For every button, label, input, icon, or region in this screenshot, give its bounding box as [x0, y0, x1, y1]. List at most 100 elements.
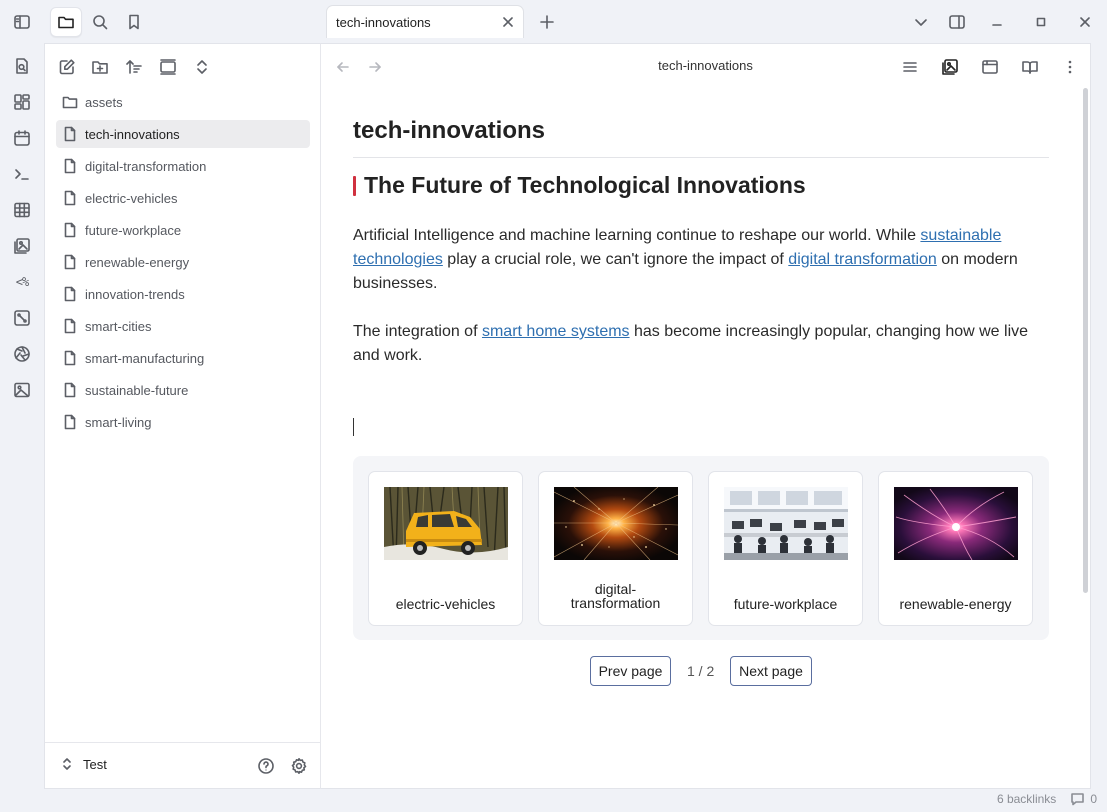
file-item-electric-vehicles[interactable]: electric-vehicles	[56, 184, 310, 212]
thumbnail-office-image	[724, 487, 848, 560]
gallery-caption: digital- transformation	[547, 582, 684, 610]
ribbon: <%	[0, 0, 44, 812]
file-item-smart-living[interactable]: smart-living	[56, 408, 310, 436]
table-icon[interactable]	[12, 200, 32, 220]
file-icon	[62, 318, 78, 334]
canvas-icon[interactable]	[12, 92, 32, 112]
file-item-digital-transformation[interactable]: digital-transformation	[56, 152, 310, 180]
file-explorer-tab-icon[interactable]	[50, 7, 82, 37]
file-tree-label: innovation-trends	[85, 286, 185, 302]
more-options-icon[interactable]	[1059, 56, 1081, 78]
gallery-pager: Prev page 1 / 2 Next page	[321, 656, 1081, 686]
settings-gear-icon[interactable]	[288, 755, 310, 777]
scrollbar[interactable]	[1083, 88, 1088, 593]
file-tree-label: smart-living	[85, 414, 152, 430]
sort-icon[interactable]	[123, 56, 145, 78]
file-icon	[62, 190, 78, 206]
file-tree-label: smart-cities	[85, 318, 152, 334]
next-page-button[interactable]: Next page	[730, 656, 812, 686]
graph-icon[interactable]	[12, 308, 32, 328]
new-folder-icon[interactable]	[89, 56, 111, 78]
file-tree-label: renewable-energy	[85, 254, 190, 270]
file-tree-label: future-workplace	[85, 222, 182, 238]
link-smart-home-systems[interactable]: smart home systems	[482, 323, 630, 340]
image-gallery: electric-vehicles digital- transformatio…	[353, 456, 1049, 640]
maximize-icon[interactable]	[1027, 8, 1055, 36]
p2-text-1: The integration of	[353, 323, 482, 340]
open-quick-switcher-icon[interactable]	[12, 56, 32, 76]
file-icon	[62, 158, 78, 174]
bookmark-icon[interactable]	[120, 8, 148, 36]
tab-title: tech-innovations	[336, 14, 431, 30]
file-icon	[62, 126, 78, 142]
tab-tech-innovations[interactable]: tech-innovations	[326, 5, 524, 38]
file-icon	[62, 350, 78, 366]
paragraph-2: The integration of smart home systems ha…	[353, 320, 1043, 368]
gallery-view-icon[interactable]	[939, 56, 961, 78]
gallery-card-electric-vehicles[interactable]: electric-vehicles	[368, 471, 523, 626]
calendar-icon[interactable]	[12, 128, 32, 148]
help-icon[interactable]	[255, 755, 277, 777]
search-icon[interactable]	[86, 8, 114, 36]
gallery-card-digital-transformation[interactable]: digital- transformation	[538, 471, 693, 626]
gallery-card-renewable-energy[interactable]: renewable-energy	[878, 471, 1033, 626]
gallery-card-future-workplace[interactable]: future-workplace	[708, 471, 863, 626]
file-item-sustainable-future[interactable]: sustainable-future	[56, 376, 310, 404]
p1-text-2: play a crucial role, we can't ignore the…	[442, 251, 789, 268]
file-item-tech-innovations[interactable]: tech-innovations	[56, 120, 310, 148]
comment-count: 0	[1090, 792, 1097, 806]
outline-list-icon[interactable]	[899, 56, 921, 78]
file-icon	[62, 382, 78, 398]
page-indicator: 1 / 2	[687, 663, 715, 679]
gallery-caption: renewable-energy	[899, 596, 1012, 612]
minimize-icon[interactable]	[983, 8, 1011, 36]
reading-view-book-icon[interactable]	[1019, 56, 1041, 78]
status-bar: 6 backlinks 0	[997, 791, 1097, 807]
heading-text: The Future of Technological Innovations	[364, 172, 806, 198]
heading-1: The Future of Technological Innovations	[353, 172, 806, 199]
window-close-icon[interactable]	[1071, 8, 1099, 36]
templater-icon[interactable]: <%	[12, 272, 32, 292]
comment-icon[interactable]	[1070, 792, 1085, 806]
browser-window-icon[interactable]	[979, 56, 1001, 78]
right-sidebar-toggle-icon[interactable]	[943, 8, 971, 36]
new-tab-icon[interactable]	[533, 8, 561, 36]
view-header-title[interactable]: tech-innovations	[321, 58, 1090, 73]
close-icon[interactable]	[493, 7, 523, 37]
gallery-caption: future-workplace	[733, 596, 838, 612]
prev-page-button[interactable]: Prev page	[590, 656, 671, 686]
new-note-icon[interactable]	[56, 56, 78, 78]
auto-reveal-icon[interactable]	[157, 56, 179, 78]
thumbnail-yellow-car-image	[384, 487, 508, 560]
file-item-smart-cities[interactable]: smart-cities	[56, 312, 310, 340]
file-item-future-workplace[interactable]: future-workplace	[56, 216, 310, 244]
folder-item-assets[interactable]: assets	[56, 88, 310, 116]
vault-switcher[interactable]: Test	[59, 756, 107, 772]
file-explorer-panel: assets tech-innovations digital-transforma…	[44, 43, 321, 789]
link-digital-transformation[interactable]: digital transformation	[788, 251, 937, 268]
file-icon	[62, 286, 78, 302]
file-tree-label: tech-innovations	[85, 126, 180, 142]
file-item-renewable-energy[interactable]: renewable-energy	[56, 248, 310, 276]
note-title[interactable]: tech-innovations	[353, 117, 545, 145]
collapse-all-icon[interactable]	[191, 56, 213, 78]
caption-text: digital- transformation	[570, 581, 661, 611]
aperture-icon[interactable]	[12, 344, 32, 364]
file-item-innovation-trends[interactable]: innovation-trends	[56, 280, 310, 308]
sidebar-toggle-icon[interactable]	[12, 12, 32, 32]
editor-pane: tech-innovations tech-innovations The Fu…	[321, 43, 1091, 789]
thumbnail-plasma-ball-image	[894, 487, 1018, 560]
file-tree-label: digital-transformation	[85, 158, 207, 174]
gallery-caption: electric-vehicles	[395, 596, 496, 612]
terminal-icon[interactable]	[12, 164, 32, 184]
paragraph-1: Artificial Intelligence and machine lear…	[353, 224, 1043, 296]
tab-list-chevron-down-icon[interactable]	[907, 8, 935, 36]
gallery-icon[interactable]	[12, 236, 32, 256]
image-icon[interactable]	[12, 380, 32, 400]
title-divider	[353, 157, 1049, 158]
backlinks-count[interactable]: 6 backlinks	[997, 792, 1056, 806]
file-tree-label: smart-manufacturing	[85, 350, 205, 366]
file-item-smart-manufacturing[interactable]: smart-manufacturing	[56, 344, 310, 372]
thumbnail-light-burst-image	[554, 487, 678, 560]
folder-icon	[62, 94, 78, 110]
